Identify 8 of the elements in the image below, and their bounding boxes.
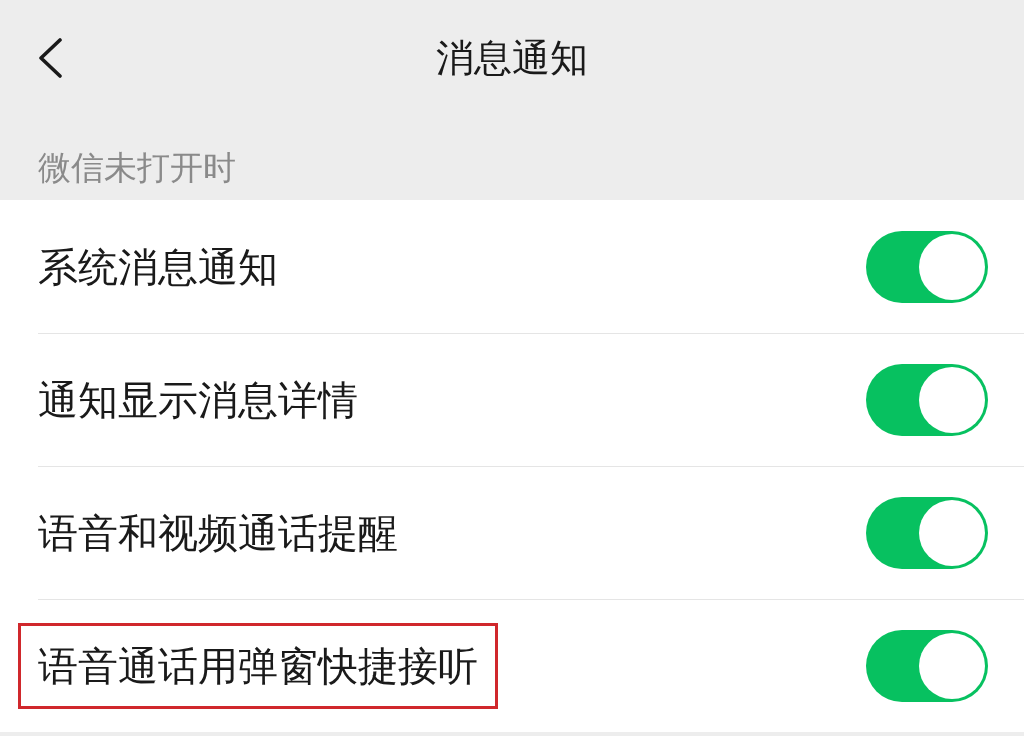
page-title: 消息通知: [436, 34, 588, 82]
back-icon: [36, 38, 64, 78]
setting-label: 通知显示消息详情: [38, 378, 358, 422]
setting-label: 语音通话用弹窗快捷接听: [18, 623, 498, 709]
setting-label: 系统消息通知: [38, 244, 278, 289]
section-label: 微信未打开时: [38, 148, 236, 187]
setting-label: 语音和视频通话提醒: [38, 511, 398, 555]
back-button[interactable]: [36, 38, 64, 78]
